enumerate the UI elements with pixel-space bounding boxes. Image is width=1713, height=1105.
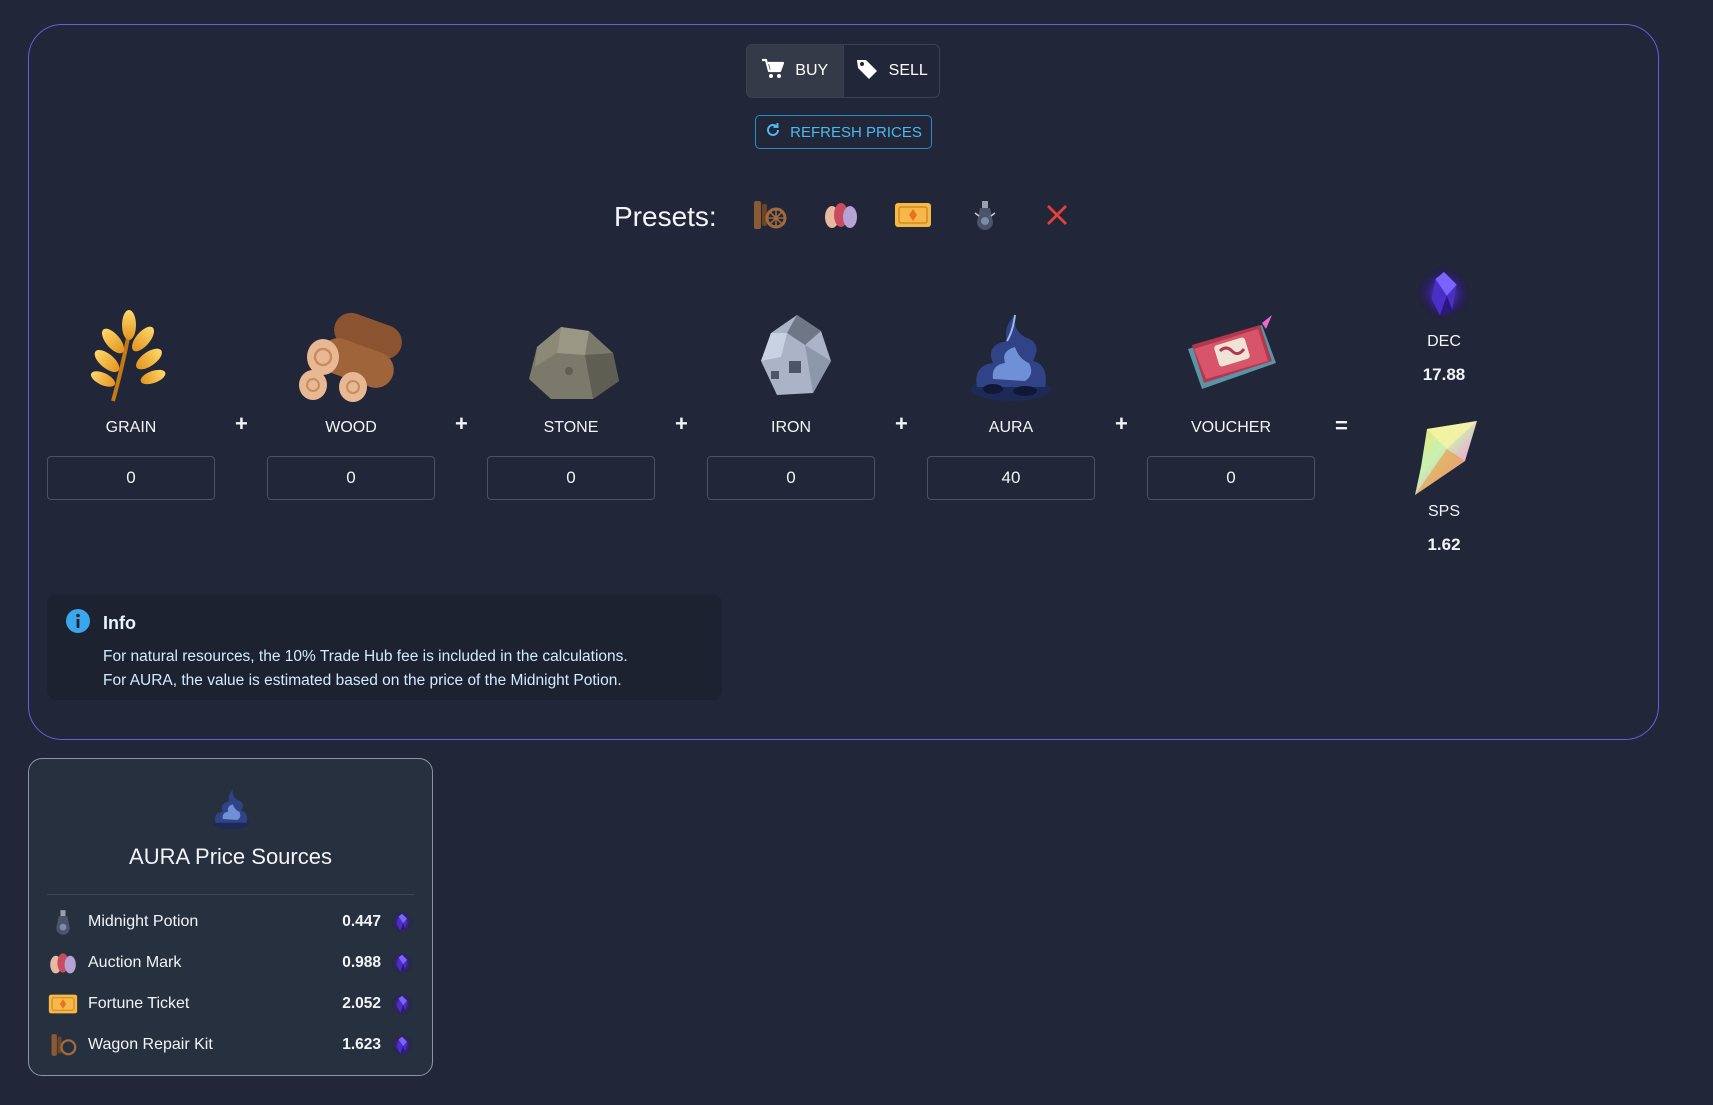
- resource-iron: IRON: [707, 295, 875, 500]
- info-line-2: For AURA, the value is estimated based o…: [103, 672, 622, 689]
- resource-name: STONE: [543, 419, 599, 436]
- preset-fortune-ticket[interactable]: [889, 195, 937, 239]
- source-row-fortune-ticket: Fortune Ticket 2.052: [48, 984, 413, 1024]
- resource-grain: GRAIN: [47, 295, 215, 500]
- voucher-icon: [1147, 295, 1315, 405]
- fortune-ticket-icon: [894, 201, 932, 234]
- output-value: 1.62: [1427, 535, 1461, 554]
- converter-panel: BUY SELL REFRESH PRICES Presets: GRAIN 0…: [28, 24, 1659, 740]
- info-line-1: For natural resources, the 10% Trade Hub…: [103, 648, 628, 665]
- dec-icon: [1384, 263, 1504, 325]
- dec-icon: [391, 1033, 413, 1057]
- plus-sign: +: [235, 411, 248, 436]
- plus-sign: +: [1115, 411, 1128, 436]
- voucher-input[interactable]: [1147, 456, 1315, 500]
- aura-input[interactable]: [927, 456, 1095, 500]
- refresh-icon: [765, 122, 781, 142]
- iron-input[interactable]: [707, 456, 875, 500]
- sell-label: SELL: [888, 62, 928, 79]
- preset-wagon-repair-kit[interactable]: [745, 195, 793, 239]
- source-name: Midnight Potion: [88, 913, 199, 930]
- wood-input[interactable]: [267, 456, 435, 500]
- midnight-potion-icon: [48, 907, 78, 937]
- source-row-auction-mark: Auction Mark 0.988: [48, 943, 413, 983]
- sell-button[interactable]: SELL: [842, 45, 940, 97]
- midnight-potion-icon: [972, 199, 998, 236]
- output-name: DEC: [1427, 333, 1461, 350]
- sps-icon: [1384, 421, 1504, 495]
- source-price: 2.052: [342, 995, 381, 1012]
- source-price: 0.988: [342, 954, 381, 971]
- plus-sign: +: [455, 411, 468, 436]
- resource-wood: WOOD: [267, 295, 435, 500]
- source-row-midnight-potion: Midnight Potion 0.447: [48, 902, 413, 942]
- clear-icon: [1045, 203, 1069, 232]
- preset-clear-button[interactable]: [1033, 195, 1081, 239]
- wood-icon: [267, 295, 435, 405]
- buy-label: BUY: [795, 62, 829, 79]
- output-value: 17.88: [1422, 365, 1466, 384]
- dec-icon: [391, 951, 413, 975]
- info-box: Info For natural resources, the 10% Trad…: [47, 594, 722, 700]
- sources-title: AURA Price Sources: [129, 844, 332, 869]
- source-row-wagon-repair-kit: Wagon Repair Kit 1.623: [48, 1025, 413, 1065]
- dec-icon: [391, 992, 413, 1016]
- stone-icon: [487, 295, 655, 405]
- refresh-prices-button[interactable]: REFRESH PRICES: [755, 115, 932, 149]
- fortune-ticket-icon: [48, 989, 78, 1019]
- resource-name: IRON: [771, 419, 811, 436]
- grain-input[interactable]: [47, 456, 215, 500]
- dec-icon: [391, 910, 413, 934]
- buy-button[interactable]: BUY: [747, 45, 843, 97]
- trade-mode-toggle: BUY SELL: [746, 44, 940, 98]
- refresh-label: REFRESH PRICES: [790, 123, 922, 141]
- output-name: SPS: [1427, 503, 1460, 520]
- resource-name: AURA: [988, 419, 1034, 436]
- divider: [47, 894, 414, 895]
- info-icon: [65, 608, 91, 639]
- info-title: Info: [103, 613, 136, 633]
- cart-icon: [761, 58, 785, 85]
- auction-mark-icon: [823, 200, 859, 235]
- auction-mark-icon: [48, 948, 78, 978]
- wagon-repair-kit-icon: [751, 198, 787, 237]
- preset-midnight-potion[interactable]: [961, 195, 1009, 239]
- aura-icon: [927, 295, 1095, 405]
- grain-icon: [47, 295, 215, 405]
- plus-sign: +: [675, 411, 688, 436]
- resource-voucher: VOUCHER: [1147, 295, 1315, 500]
- resource-name: WOOD: [325, 419, 377, 436]
- output-dec: DEC 17.88: [1384, 263, 1504, 385]
- output-sps: SPS 1.62: [1384, 421, 1504, 555]
- stone-input[interactable]: [487, 456, 655, 500]
- equals-sign: =: [1335, 413, 1348, 438]
- preset-auction-mark[interactable]: [817, 195, 865, 239]
- resource-name: GRAIN: [105, 419, 157, 436]
- resource-stone: STONE: [487, 295, 655, 500]
- source-price: 1.623: [342, 1036, 381, 1053]
- aura-icon: [207, 785, 255, 836]
- tag-icon: [855, 57, 879, 86]
- iron-icon: [707, 295, 875, 405]
- source-price: 0.447: [342, 913, 381, 930]
- plus-sign: +: [895, 411, 908, 436]
- resource-name: VOUCHER: [1190, 419, 1271, 436]
- presets-label: Presets:: [614, 201, 717, 232]
- aura-price-sources-card: AURA Price Sources Midnight Potion 0.447…: [28, 758, 433, 1076]
- source-name: Wagon Repair Kit: [88, 1036, 213, 1053]
- wagon-repair-kit-icon: [48, 1030, 78, 1060]
- source-name: Auction Mark: [88, 954, 182, 971]
- presets-bar: Presets:: [614, 195, 1105, 239]
- source-name: Fortune Ticket: [88, 995, 190, 1012]
- resource-aura: AURA: [927, 295, 1095, 500]
